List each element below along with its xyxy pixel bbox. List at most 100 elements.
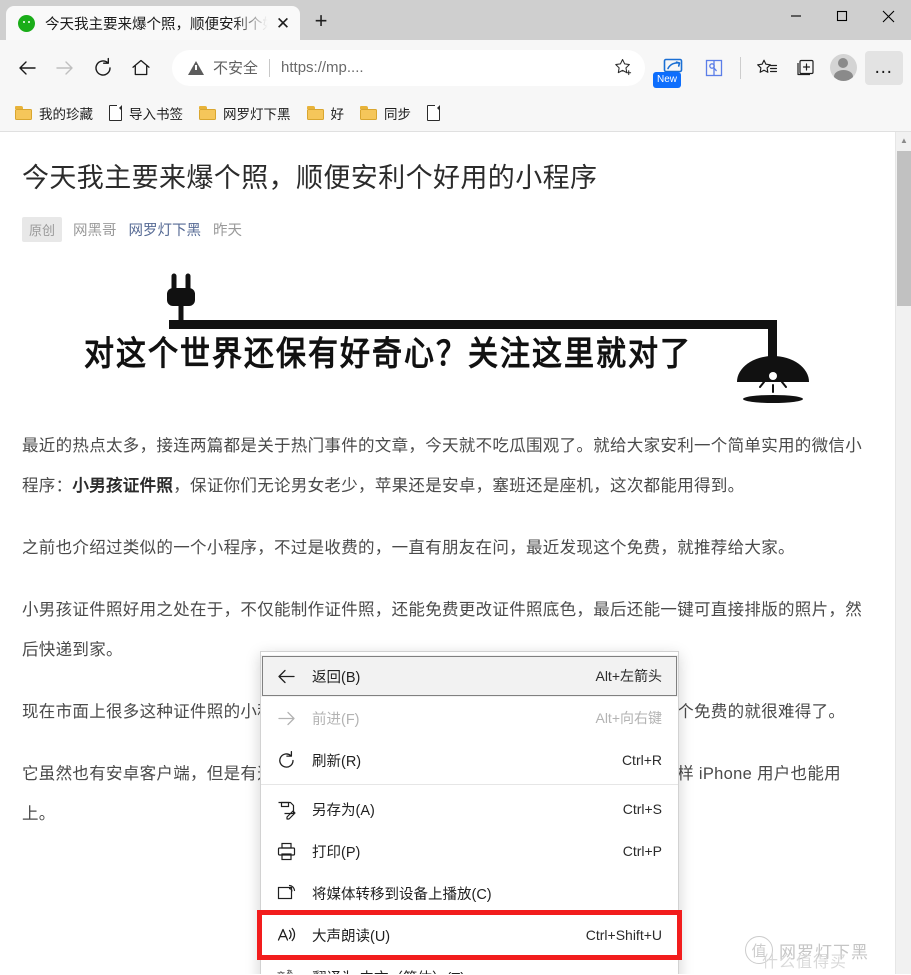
new-tab-button[interactable]: + (304, 4, 338, 38)
article-paragraph: 之前也介绍过类似的一个小程序，不过是收费的，一直有朋友在问，最近发现这个免费，就… (22, 539, 795, 557)
context-menu-item-refresh[interactable]: 刷新(R) Ctrl+R (261, 739, 678, 781)
watermark-logo: 值 (745, 936, 773, 964)
menu-item-label: 刷新(R) (312, 753, 362, 770)
document-icon (427, 104, 441, 121)
page-scrollbar[interactable]: ▲ (895, 132, 911, 974)
scroll-up-arrow-icon[interactable]: ▲ (896, 132, 911, 149)
menu-item-label: 翻译为 中文（简体）(T) (312, 967, 646, 975)
scrollbar-thumb[interactable] (897, 151, 911, 306)
menu-item-label: 将媒体转移到设备上播放(C) (312, 886, 492, 903)
svg-text:あ: あ (286, 969, 293, 975)
minimize-icon[interactable] (773, 0, 819, 32)
menu-separator (261, 784, 678, 785)
menu-item-label: 另存为(A) (312, 802, 375, 819)
context-menu-item-print[interactable]: 打印(P) Ctrl+P (261, 830, 678, 872)
menu-item-label: 大声朗读(U) (312, 928, 391, 945)
menu-item-shortcut: Ctrl+R (621, 752, 662, 768)
not-secure-warning-icon (188, 60, 204, 75)
printer-icon (273, 841, 299, 862)
refresh-icon[interactable] (84, 49, 122, 87)
forward-arrow-icon (46, 49, 84, 87)
bookmark-item[interactable] (420, 100, 447, 126)
bookmark-label: 网罗灯下黑 (223, 107, 291, 122)
page-title: 今天我主要来爆个照，顺便安利个好用的小程序 (22, 163, 598, 193)
folder-icon (15, 106, 32, 120)
context-menu-item-translate[interactable]: 文あa 翻译为 中文（简体）(T) (261, 956, 678, 975)
account-name[interactable]: 网罗灯下黑 (129, 219, 202, 240)
avatar-icon (829, 54, 857, 81)
toolbar-divider (740, 56, 741, 79)
menu-item-label: 打印(P) (312, 844, 361, 861)
omnibox-divider (269, 58, 271, 77)
context-menu-item-back[interactable]: 返回(B) Alt+左箭头 (261, 655, 678, 697)
tab-title: 今天我主要来爆个照，顺便安利个好用的小程序 (45, 16, 270, 33)
save-as-icon (273, 799, 299, 820)
menu-item-label: 返回(B) (312, 669, 361, 686)
page-viewport: 今天我主要来爆个照，顺便安利个好用的小程序 原创 网黑哥 网罗灯下黑 昨天 对这… (0, 132, 911, 974)
bookmarks-bar: 我的珍藏 导入书签 网罗灯下黑 好 同步 (0, 95, 911, 132)
close-icon[interactable] (865, 0, 911, 32)
back-arrow-icon (273, 666, 299, 687)
bookmark-label: 导入书签 (129, 107, 183, 122)
menu-item-label: 前进(F) (312, 711, 360, 728)
banner-text: 对这个世界还保有好奇心？关注这里就对了 (84, 334, 692, 375)
cast-icon (273, 883, 299, 904)
maximize-icon[interactable] (819, 0, 865, 32)
context-menu-item-read-aloud[interactable]: 大声朗读(U) Ctrl+Shift+U (257, 910, 682, 960)
forward-arrow-icon (273, 708, 299, 729)
article-byline: 原创 网黑哥 网罗灯下黑 昨天 (22, 217, 873, 242)
document-icon (109, 104, 123, 121)
collections-icon[interactable] (786, 49, 824, 87)
article-paragraph: 最近的热点太多，接连两篇都是关于热门事件的文章，今天就不吃瓜围观了。就给大家安利… (22, 426, 873, 506)
bookmark-item[interactable]: 好 (300, 100, 352, 126)
paragraph-bold-text: 小男孩证件照 (72, 477, 174, 495)
context-menu-item-cast-media[interactable]: 将媒体转移到设备上播放(C) (261, 872, 678, 914)
bookmark-item[interactable]: 我的珍藏 (8, 100, 100, 126)
article-banner-image: 对这个世界还保有好奇心？关注这里就对了 (22, 264, 873, 404)
menu-item-shortcut: Alt+向右键 (595, 710, 662, 726)
translate-icon: 文あa (273, 967, 299, 975)
window-title-bar: 今天我主要来爆个照，顺便安利个好用的小程序 ✕ + (0, 0, 911, 40)
url-text[interactable]: https://mp.... (281, 59, 607, 76)
favorites-icon[interactable] (748, 49, 786, 87)
read-aloud-icon (273, 925, 299, 946)
browser-toolbar: 不安全 https://mp.... New … (0, 40, 911, 95)
tab-close-icon[interactable]: ✕ (270, 10, 296, 36)
folder-icon (306, 106, 324, 120)
wechat-icon (18, 14, 35, 32)
bookmark-item[interactable]: 同步 (353, 100, 418, 126)
collections-new-icon[interactable]: New (651, 49, 695, 88)
author-name: 网黑哥 (73, 223, 117, 239)
paragraph-text: ，保证你们无论男女老少，苹果还是安卓，塞班还是座机，这次都能用得到。 (173, 477, 745, 495)
menu-item-shortcut: Ctrl+P (622, 843, 662, 859)
bookmark-label: 好 (330, 107, 345, 122)
original-badge: 原创 (22, 217, 63, 242)
bookmark-item[interactable]: 网罗灯下黑 (192, 100, 298, 126)
bookmark-label: 我的珍藏 (39, 107, 93, 122)
home-icon[interactable] (122, 49, 160, 87)
menu-item-shortcut: Alt+左箭头 (595, 668, 662, 684)
site-watermark: 值 网罗灯下黑 什么值得买 (745, 936, 869, 971)
folder-icon (199, 106, 216, 120)
window-controls (773, 0, 911, 32)
folder-icon (360, 106, 377, 120)
svg-text:文: 文 (277, 970, 285, 975)
profile-button[interactable] (824, 49, 862, 87)
refresh-icon (273, 750, 299, 771)
star-add-icon[interactable] (607, 52, 639, 84)
publish-time: 昨天 (213, 223, 243, 239)
bookmark-item[interactable]: 导入书签 (102, 100, 190, 126)
bookmark-label: 同步 (384, 107, 411, 122)
watermark-text: 网罗灯下黑 (779, 942, 869, 962)
context-menu: 返回(B) Alt+左箭头 前进(F) Alt+向右键 刷新(R) Ctrl+R… (257, 651, 682, 975)
menu-item-shortcut: Ctrl+S (622, 801, 662, 817)
address-bar[interactable]: 不安全 https://mp.... (172, 49, 645, 86)
menu-item-shortcut: Ctrl+Shift+U (585, 927, 662, 943)
settings-and-more-button[interactable]: … (865, 50, 903, 85)
security-status-label: 不安全 (213, 60, 259, 77)
split-screen-icon[interactable] (695, 49, 733, 87)
context-menu-item-forward: 前进(F) Alt+向右键 (261, 697, 678, 739)
context-menu-item-save-as[interactable]: 另存为(A) Ctrl+S (261, 788, 678, 830)
browser-tab[interactable]: 今天我主要来爆个照，顺便安利个好用的小程序 ✕ (6, 6, 300, 40)
back-arrow-icon[interactable] (8, 49, 46, 87)
